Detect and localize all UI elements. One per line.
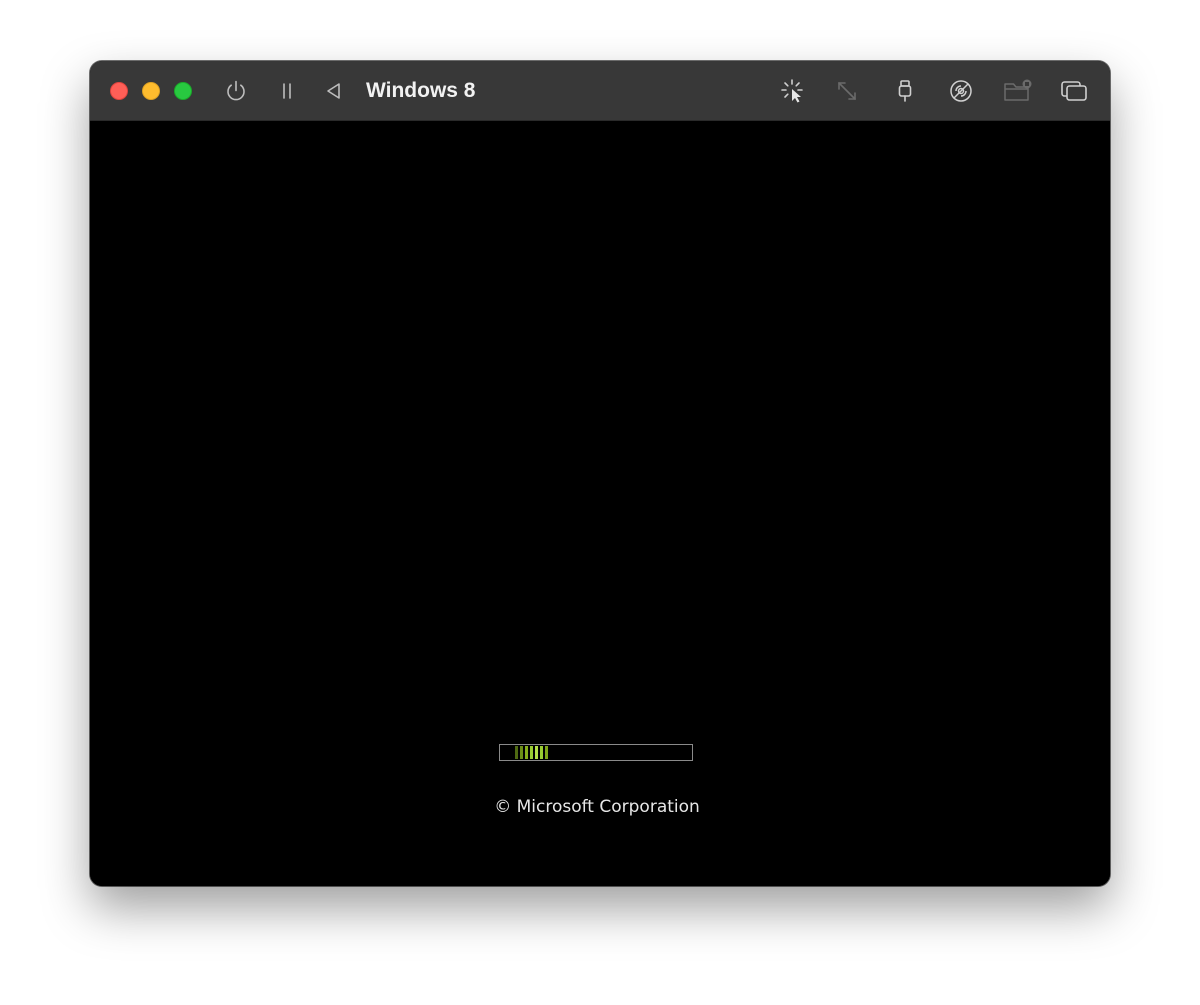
maximize-button[interactable] <box>174 82 192 100</box>
vm-screen[interactable]: © Microsoft Corporation <box>90 121 1110 886</box>
windows-icon <box>1061 81 1087 101</box>
capture-input-icon <box>781 79 803 103</box>
pause-icon <box>283 83 291 99</box>
back-triangle-icon <box>327 83 340 99</box>
boot-progress-bar <box>499 744 693 761</box>
resize-arrows-icon <box>838 82 856 100</box>
progress-block <box>515 746 518 759</box>
usb-icon <box>898 80 912 102</box>
capture-input-button[interactable] <box>778 76 808 106</box>
close-button[interactable] <box>110 82 128 100</box>
shared-folder-button <box>1003 76 1033 106</box>
progress-block <box>525 746 528 759</box>
disc-button[interactable] <box>946 76 976 106</box>
progress-block <box>530 746 533 759</box>
minimize-button[interactable] <box>142 82 160 100</box>
window-title: Windows 8 <box>366 79 476 102</box>
usb-button[interactable] <box>890 76 920 106</box>
progress-block <box>545 746 548 759</box>
windows-button[interactable] <box>1059 76 1089 106</box>
pause-button[interactable] <box>272 76 302 106</box>
progress-block <box>520 746 523 759</box>
power-icon <box>227 80 245 101</box>
disc-icon <box>950 80 972 102</box>
resize-button <box>832 76 862 106</box>
progress-block <box>540 746 543 759</box>
back-button[interactable] <box>319 76 349 106</box>
power-button[interactable] <box>221 76 251 106</box>
progress-block <box>535 746 538 759</box>
vm-window: Windows 8 © Microsoft Corporation <box>90 61 1110 886</box>
copyright-text: © Microsoft Corporation <box>494 797 700 817</box>
shared-folder-icon <box>1004 79 1032 101</box>
title-bar[interactable]: Windows 8 <box>90 61 1110 121</box>
